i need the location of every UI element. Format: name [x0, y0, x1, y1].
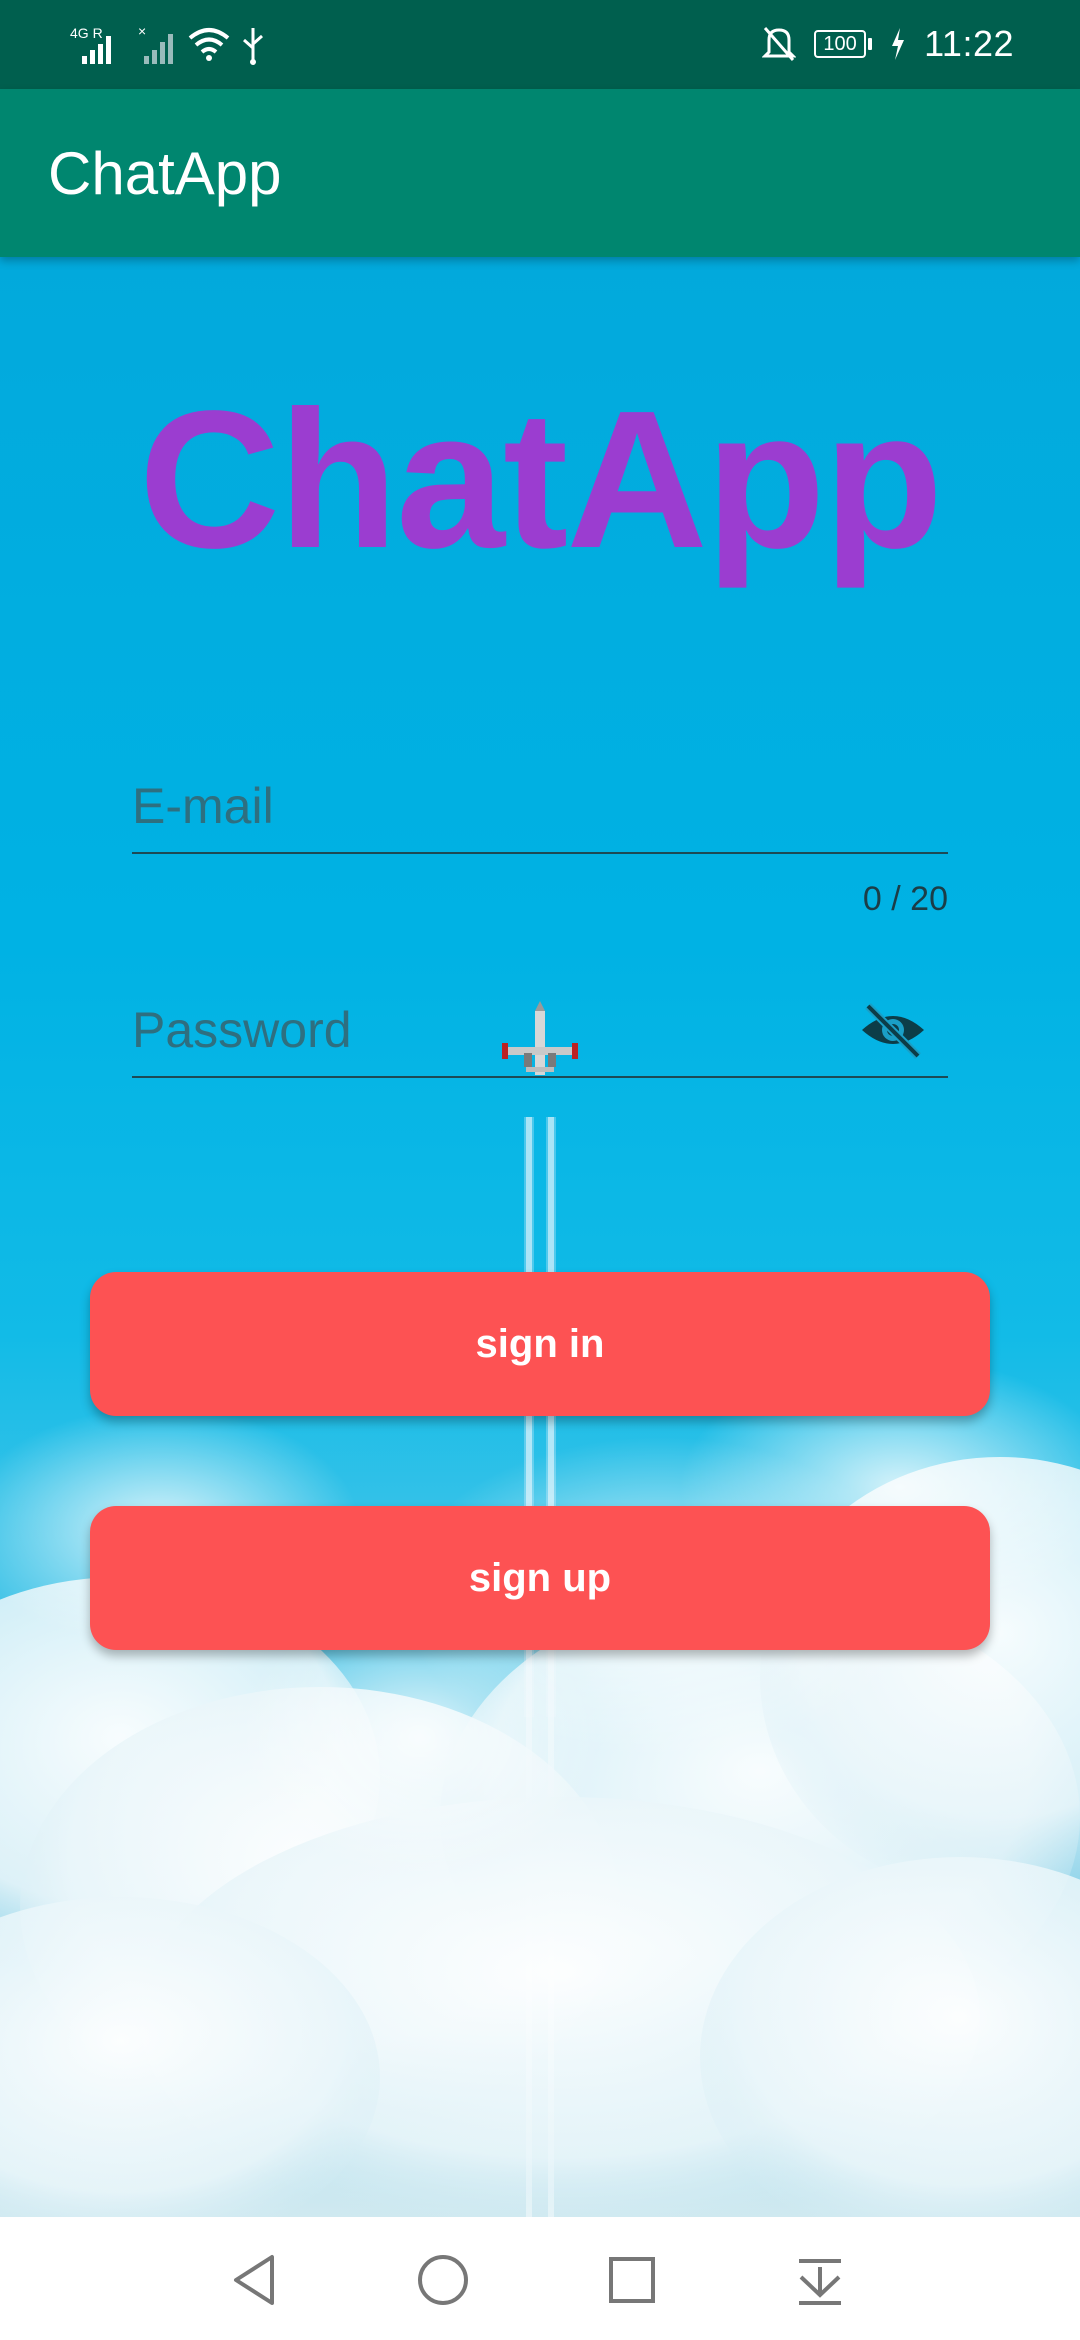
home-icon[interactable]	[408, 2245, 478, 2315]
usb-icon	[240, 22, 266, 66]
password-input[interactable]	[132, 998, 832, 1062]
signal-icon: 4G R	[68, 22, 128, 66]
password-field[interactable]	[132, 988, 948, 1078]
clock: 11:22	[924, 23, 1014, 64]
clouds	[0, 1357, 1080, 2217]
svg-text:×: ×	[138, 23, 146, 39]
sign-in-button[interactable]: sign in	[90, 1272, 990, 1416]
recents-icon[interactable]	[597, 2245, 667, 2315]
wifi-icon	[188, 22, 230, 66]
app-bar: ChatApp	[0, 89, 1080, 257]
status-bar: 4G R × 100 11:22	[0, 0, 1080, 89]
back-icon[interactable]	[222, 2245, 292, 2315]
sign-up-button[interactable]: sign up	[90, 1506, 990, 1650]
email-input[interactable]	[132, 774, 832, 838]
navigation-bar	[0, 2217, 1080, 2340]
network-type-label: 4G R	[70, 25, 103, 41]
signal-off-icon: ×	[138, 22, 178, 66]
charging-icon	[890, 22, 906, 66]
notifications-off-icon	[762, 22, 797, 66]
email-character-counter: 0 / 20	[862, 880, 948, 918]
notification-drawer-icon[interactable]	[785, 2245, 855, 2315]
battery-icon: 100	[814, 30, 873, 58]
battery-level: 100	[814, 30, 867, 58]
app-bar-title: ChatApp	[48, 140, 282, 207]
login-screen: 4G R × 100 11:22 ChatApp ChatApp E-mail …	[0, 0, 1080, 2340]
app-logo: ChatApp	[138, 370, 944, 589]
email-field[interactable]	[132, 764, 948, 854]
eye-off-icon[interactable]	[858, 1000, 928, 1060]
